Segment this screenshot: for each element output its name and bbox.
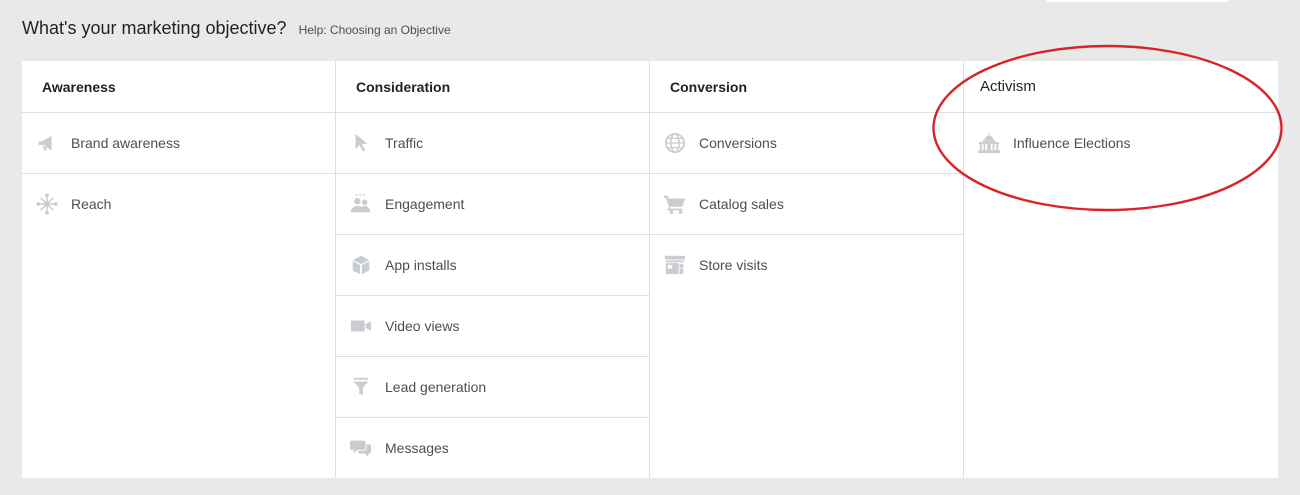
reach-icon: [35, 192, 59, 216]
column-conversion: Conversion Conversions Catalog sales Sto…: [650, 61, 964, 478]
top-bar-fragment: [1045, 0, 1230, 2]
storefront-icon: [663, 253, 687, 277]
column-header: Consideration: [336, 61, 649, 113]
objective-label: Influence Elections: [1013, 135, 1131, 151]
help-link[interactable]: Help: Choosing an Objective: [299, 23, 451, 37]
page-title: What's your marketing objective?: [22, 18, 287, 38]
objective-messages[interactable]: Messages: [336, 418, 649, 478]
objective-influence-elections[interactable]: Influence Elections: [964, 113, 1278, 173]
objective-reach[interactable]: Reach: [22, 174, 335, 234]
objective-label: Engagement: [385, 196, 465, 212]
cursor-icon: [349, 131, 373, 155]
video-camera-icon: [349, 314, 373, 338]
objective-catalog-sales[interactable]: Catalog sales: [650, 174, 963, 235]
objective-header: What's your marketing objective? Help: C…: [22, 18, 451, 42]
objective-label: Video views: [385, 318, 460, 334]
objective-label: Messages: [385, 440, 449, 456]
column-header: Conversion: [650, 61, 963, 113]
objective-app-installs[interactable]: App installs: [336, 235, 649, 296]
column-activism: Activism Influence Elections: [964, 61, 1278, 478]
objective-label: Catalog sales: [699, 196, 784, 212]
objective-engagement[interactable]: Engagement: [336, 174, 649, 235]
objective-label: Brand awareness: [71, 135, 180, 151]
objective-label: App installs: [385, 257, 457, 273]
box-icon: [349, 253, 373, 277]
column-awareness: Awareness Brand awareness Reach: [22, 61, 336, 478]
objective-traffic[interactable]: Traffic: [336, 113, 649, 174]
objective-label: Store visits: [699, 257, 768, 273]
funnel-icon: [349, 375, 373, 399]
objective-brand-awareness[interactable]: Brand awareness: [22, 113, 335, 174]
objective-label: Lead generation: [385, 379, 487, 395]
objective-conversions[interactable]: Conversions: [650, 113, 963, 174]
objective-label: Reach: [71, 196, 112, 212]
globe-icon: [663, 131, 687, 155]
column-consideration: Consideration Traffic Engagement App ins…: [336, 61, 650, 478]
objective-label: Conversions: [699, 135, 777, 151]
objective-store-visits[interactable]: Store visits: [650, 235, 963, 295]
megaphone-icon: [35, 131, 59, 155]
objective-video-views[interactable]: Video views: [336, 296, 649, 357]
chat-bubbles-icon: [349, 436, 373, 460]
objective-label: Traffic: [385, 135, 424, 151]
objective-grid: Awareness Brand awareness Reach Consider…: [22, 61, 1278, 478]
capitol-building-icon: [977, 131, 1001, 155]
column-header: Awareness: [22, 61, 335, 113]
column-header: Activism: [964, 61, 1278, 113]
people-icon: [349, 192, 373, 216]
shopping-cart-icon: [663, 192, 687, 216]
objective-lead-generation[interactable]: Lead generation: [336, 357, 649, 418]
